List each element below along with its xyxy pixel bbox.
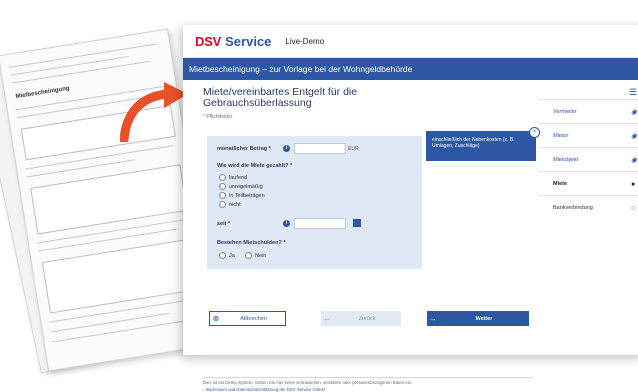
- open-step-icon: ○: [631, 204, 636, 212]
- sidebar-item-label: Miete: [553, 181, 568, 187]
- app-window: DSV Service Live-Demo Mietbescheinigung …: [183, 25, 638, 392]
- option-label: Ja: [229, 252, 235, 259]
- cancel-button[interactable]: ⊗ Abbrechen: [209, 311, 286, 326]
- brand-logo-service: Service: [225, 33, 272, 49]
- option-label: in Teilbeträgen: [229, 192, 265, 199]
- sidebar-item-label: Vermieter: [553, 109, 577, 115]
- info-icon[interactable]: i: [283, 145, 290, 152]
- top-bar: DSV Service Live-Demo: [183, 25, 638, 58]
- paper-line: [50, 312, 170, 333]
- check-icon: ◉: [631, 133, 638, 140]
- required-note: * Pflichtfelder: [203, 114, 233, 120]
- check-icon: ◉: [631, 157, 638, 164]
- imprint-link-label: Impressum und Datenschutzerklärung der D…: [205, 387, 325, 392]
- option-label: unregelmäßig: [229, 183, 263, 190]
- cancel-icon: ⊗: [212, 314, 220, 323]
- form-title: Mietbescheinigung – zur Vorlage bei der …: [189, 64, 413, 74]
- back-button[interactable]: ← Zurück: [321, 311, 401, 326]
- rent-amount-input[interactable]: [294, 143, 346, 154]
- section-heading: Miete/vereinbartes Entgelt für die Gebra…: [203, 86, 358, 109]
- since-date-input[interactable]: [294, 218, 346, 229]
- check-icon: ◉: [631, 109, 638, 116]
- sidebar-item-mietobjekt[interactable]: Mietobjekt ◉: [538, 147, 638, 172]
- radio-button[interactable]: [219, 174, 226, 181]
- curved-arrow-icon: [120, 82, 188, 142]
- next-label: Weiter: [475, 315, 493, 322]
- radio-button[interactable]: [219, 183, 226, 190]
- current-step-icon: ●: [631, 180, 636, 188]
- calendar-icon[interactable]: [353, 219, 361, 227]
- sidebar-item-label: Mietobjekt: [553, 157, 579, 163]
- sidebar-item-label: Bankverbindung: [553, 205, 593, 211]
- demo-notice: Dies ist ein Demo-System. Geben Sie hier…: [203, 380, 413, 385]
- radio-button[interactable]: [219, 201, 226, 208]
- payment-option-nicht[interactable]: nicht: [219, 201, 241, 208]
- debts-option-ja[interactable]: Ja: [219, 252, 235, 259]
- next-button[interactable]: → Weiter: [427, 311, 529, 326]
- sidebar-item-label: Mieter: [553, 133, 569, 139]
- paper-box: [30, 164, 188, 235]
- arrow-left-icon: ←: [323, 314, 331, 323]
- option-label: nicht: [229, 201, 241, 208]
- radio-button[interactable]: [219, 252, 226, 259]
- demo-label: Live-Demo: [285, 36, 325, 46]
- sidebar-item-vermieter[interactable]: Vermieter ◉: [538, 99, 638, 124]
- footer-divider: [203, 377, 533, 378]
- rent-label: monatlicher Betrag *: [217, 146, 271, 152]
- radio-button[interactable]: [245, 252, 252, 259]
- sidebar-item-miete[interactable]: Miete ●: [538, 171, 638, 196]
- arrow-right-icon: →: [429, 314, 437, 323]
- sidebar-item-bankverbindung[interactable]: Bankverbindung ○: [538, 195, 638, 220]
- paper-title: Mietbescheinigung: [15, 85, 70, 101]
- option-label: Nein: [255, 252, 267, 259]
- sidebar-item-mieter[interactable]: Mieter ◉: [538, 123, 638, 148]
- cancel-label: Abbrechen: [240, 315, 267, 322]
- debts-question: Bestehen Mietschulden? *: [217, 240, 286, 246]
- form-title-bar: Mietbescheinigung – zur Vorlage bei der …: [183, 58, 638, 80]
- debts-option-nein[interactable]: Nein: [245, 252, 266, 259]
- payment-question: Wie wird die Miete gezahlt? *: [217, 163, 293, 169]
- payment-option-teilbetraege[interactable]: in Teilbeträgen: [219, 192, 265, 199]
- tooltip-text: einschließlich der Nebenkosten (z. B. Um…: [432, 137, 515, 149]
- list-icon[interactable]: ☰: [629, 87, 637, 98]
- option-label: laufend: [229, 174, 248, 181]
- rent-unit: EUR: [348, 146, 359, 152]
- info-icon[interactable]: i: [283, 220, 290, 227]
- step-sidebar: ☰ Vermieter ◉ Mieter ◉ Mietobjekt ◉ Miet…: [538, 79, 638, 355]
- paper-line: [52, 318, 196, 343]
- back-label: Zurück: [358, 315, 376, 322]
- imprint-link[interactable]: › Impressum und Datenschutzerklärung der…: [203, 387, 325, 392]
- info-tooltip: einschließlich der Nebenkosten (z. B. Um…: [426, 127, 540, 161]
- radio-button[interactable]: [219, 192, 226, 199]
- payment-option-laufend[interactable]: laufend: [219, 174, 247, 181]
- payment-option-unregelmaessig[interactable]: unregelmäßig: [219, 183, 263, 190]
- form-main: Miete/vereinbartes Entgelt für die Gebra…: [183, 79, 540, 392]
- form-panel: monatlicher Betrag * i EUR Wie wird die …: [207, 136, 422, 269]
- brand-logo-dsv: DSV: [195, 33, 222, 49]
- since-label: seit *: [217, 221, 231, 227]
